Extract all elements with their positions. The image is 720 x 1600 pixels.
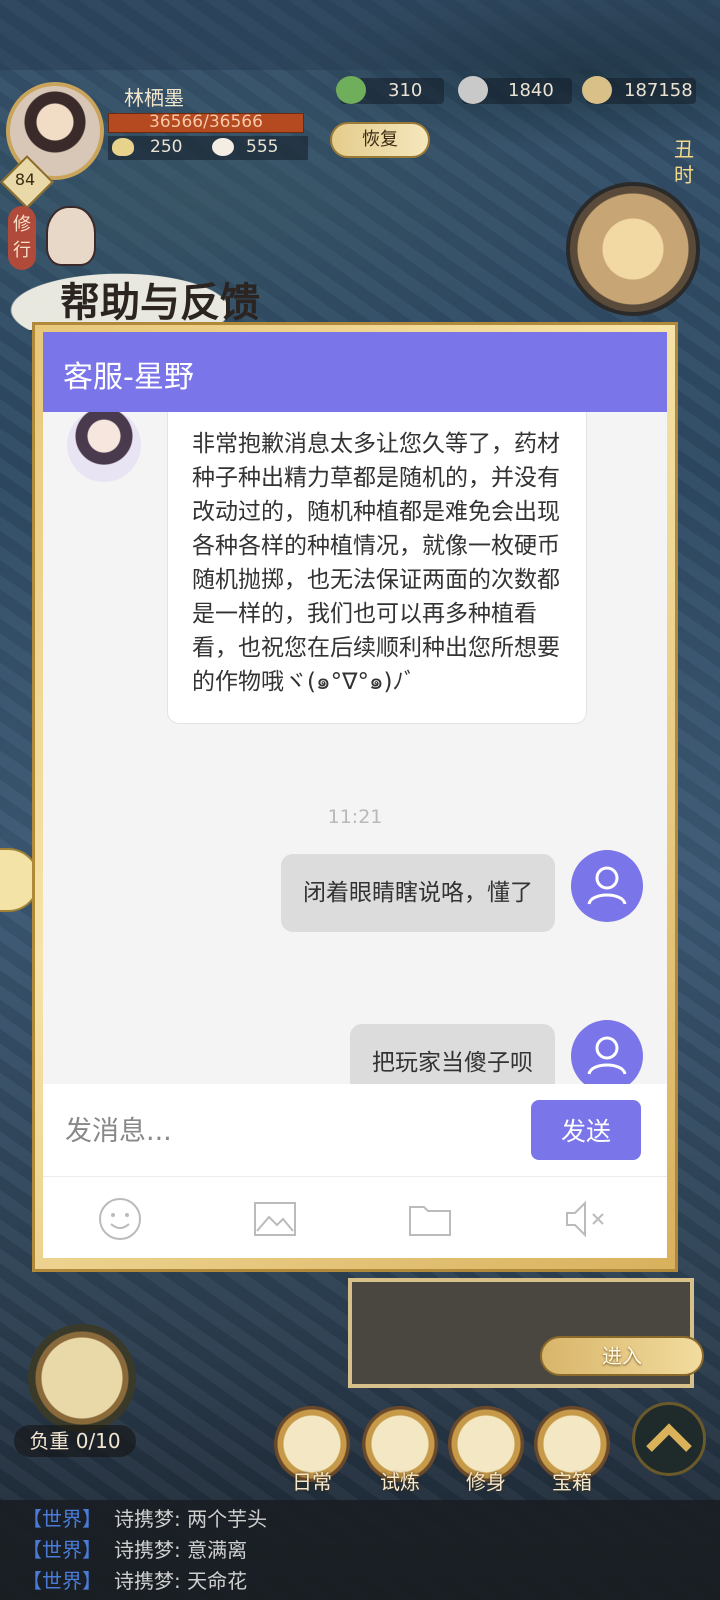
send-button[interactable]: 发送 — [531, 1100, 641, 1160]
herb-icon[interactable] — [336, 76, 366, 104]
enter-button[interactable]: 进入 — [540, 1336, 704, 1376]
time-label: 丑时 — [674, 137, 694, 187]
dialog-title: 帮助与反馈 — [60, 279, 260, 326]
expand-up-icon[interactable] — [632, 1402, 706, 1476]
chat-text: 诗携梦: 意满离 — [114, 1538, 248, 1562]
coin-icon[interactable] — [582, 76, 612, 104]
agent-message-bubble: 非常抱歉消息太多让您久等了，药材种子种出精力草都是随机的，并没有改动过的，随机种… — [167, 412, 587, 724]
player-name: 林栖墨 — [124, 86, 184, 110]
chat-text: 诗携梦: 天命花 — [114, 1569, 248, 1593]
silver-icon[interactable] — [458, 76, 488, 104]
chat-line: 【世界】 诗携梦: 两个芋头 — [22, 1504, 267, 1534]
bag-icon[interactable] — [28, 1324, 136, 1432]
minimap[interactable] — [566, 182, 700, 316]
user-icon — [587, 1036, 627, 1075]
chat-channel: 【世界】 — [22, 1507, 102, 1531]
resource-herb-value: 310 — [388, 80, 423, 101]
hp-text: 36566/36566 — [149, 112, 263, 132]
chat-line: 【世界】 诗携梦: 天命花 — [22, 1566, 247, 1596]
chat-channel: 【世界】 — [22, 1569, 102, 1593]
message-list[interactable]: 非常抱歉消息太多让您久等了，药材种子种出精力草都是随机的，并没有改动过的，随机种… — [43, 412, 667, 1084]
chat-header: 客服-星野 — [43, 332, 667, 412]
chat-toolbar — [43, 1176, 667, 1258]
image-icon[interactable] — [251, 1195, 299, 1243]
user-message-bubble: 闭着眼睛瞎说咯，懂了 — [281, 854, 555, 932]
user-avatar — [571, 1020, 643, 1084]
user-avatar — [571, 850, 643, 922]
resource-coin-value: 187158 — [624, 80, 693, 101]
weight-label: 负重 0/10 — [14, 1425, 136, 1457]
nav-trial-label[interactable]: 试炼 — [362, 1466, 438, 1495]
chat-text: 诗携梦: 两个芋头 — [114, 1507, 268, 1531]
level-text: 84 — [14, 170, 36, 189]
food-value: 250 — [150, 137, 183, 157]
message-timestamp: 11:21 — [327, 806, 383, 828]
chevron-up-icon — [646, 1423, 692, 1452]
user-message-bubble: 把玩家当傻子呗 — [350, 1024, 555, 1084]
resource-silver-value: 1840 — [508, 80, 554, 101]
nav-daily-label[interactable]: 日常 — [274, 1466, 350, 1495]
message-input-bar: 发送 — [43, 1084, 667, 1176]
nav-treasure-label[interactable]: 宝箱 — [534, 1466, 610, 1495]
recover-button[interactable]: 恢复 — [330, 122, 430, 158]
top-strip — [0, 0, 720, 70]
food-icon — [112, 138, 134, 156]
nav-cultivation-label[interactable]: 修身 — [448, 1466, 524, 1495]
chat-line: 【世界】 诗携梦: 意满离 — [22, 1535, 247, 1565]
bun-icon — [212, 138, 234, 156]
emoji-icon[interactable] — [96, 1195, 144, 1243]
bun-value: 555 — [246, 137, 279, 157]
chat-header-title: 客服-星野 — [63, 360, 194, 395]
mute-icon[interactable] — [561, 1195, 609, 1243]
agent-avatar — [67, 412, 141, 482]
world-chat-panel[interactable]: 【世界】 诗携梦: 两个芋头 【世界】 诗携梦: 意满离 【世界】 诗携梦: 天命花 — [0, 1500, 720, 1600]
folder-icon[interactable] — [406, 1195, 454, 1243]
message-input[interactable] — [63, 1104, 507, 1158]
support-chat-window: 客服-星野 非常抱歉消息太多让您久等了，药材种子种出精力草都是随机的，并没有改动… — [43, 332, 667, 1258]
user-icon — [587, 866, 627, 905]
chat-channel: 【世界】 — [22, 1538, 102, 1562]
